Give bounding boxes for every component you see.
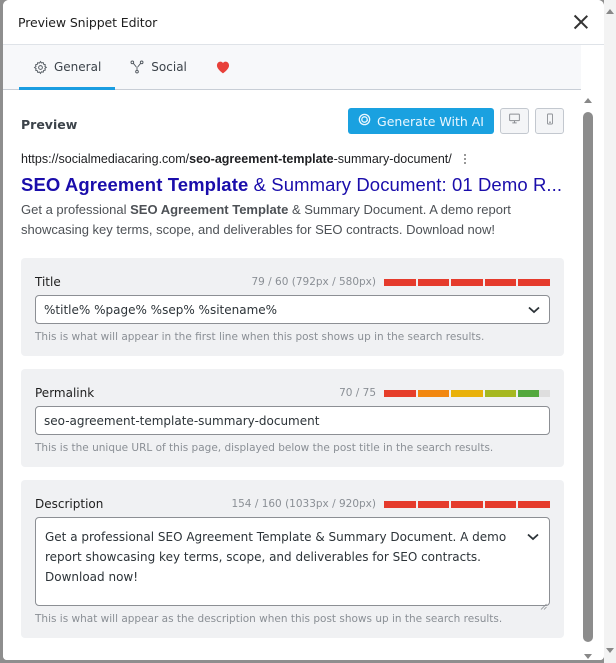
tab-favorite[interactable] xyxy=(201,45,245,89)
length-bar-segment xyxy=(417,500,450,508)
length-bar-segment xyxy=(451,278,483,286)
preview-actions: Generate With AI xyxy=(348,108,564,134)
length-bar-segment xyxy=(484,278,517,286)
length-bar-segment xyxy=(417,278,450,286)
title-field-card: Title 79 / 60 (792px / 580px) %title% %p… xyxy=(21,258,564,356)
permalink-input-value: seo-agreement-template-summary-document xyxy=(44,413,320,428)
title-field-header: Title 79 / 60 (792px / 580px) xyxy=(35,273,550,291)
heart-icon xyxy=(215,60,231,74)
preview-label: Preview xyxy=(21,116,78,132)
description-hint: This is what will appear as the descript… xyxy=(35,613,503,625)
description-field-header: Description 154 / 160 (1033px / 920px) xyxy=(35,495,550,513)
length-bar-segment xyxy=(384,389,416,397)
description-field-card: Description 154 / 160 (1033px / 920px) G… xyxy=(21,480,564,638)
serp-title-rest: & Summary Document: 01 Demo R... xyxy=(248,174,563,195)
description-length-bar xyxy=(384,500,550,508)
title-hint: This is what will appear in the first li… xyxy=(35,331,485,343)
length-bar-segment xyxy=(417,389,450,397)
generate-with-ai-label: Generate With AI xyxy=(377,113,484,129)
permalink-counter: 70 / 75 xyxy=(339,387,376,399)
desktop-preview-button[interactable] xyxy=(500,108,529,134)
serp-url-keyword: seo-agreement-template xyxy=(189,152,334,166)
permalink-input[interactable]: seo-agreement-template-summary-document xyxy=(35,406,550,435)
scroll-up-arrow-icon[interactable] xyxy=(584,98,592,103)
tab-bar: General Social xyxy=(3,45,581,90)
permalink-field-header: Permalink 70 / 75 xyxy=(35,384,550,402)
tab-social[interactable]: Social xyxy=(115,45,201,89)
generate-with-ai-button[interactable]: Generate With AI xyxy=(348,108,494,134)
mobile-icon xyxy=(544,112,556,131)
modal-content: Preview Generate With AI https://socialm… xyxy=(3,91,581,638)
description-label: Description xyxy=(35,497,104,511)
serp-title: SEO Agreement Template & Summary Documen… xyxy=(21,174,564,196)
permalink-hint: This is the unique URL of this page, dis… xyxy=(35,442,494,454)
modal-title: Preview Snippet Editor xyxy=(18,14,158,30)
scroll-down-arrow-icon[interactable] xyxy=(606,648,614,653)
permalink-field-card: Permalink 70 / 75 seo-agreement-template… xyxy=(21,369,564,467)
serp-url: https://socialmediacaring.com/seo-agreem… xyxy=(21,151,564,167)
description-textarea-value: Get a professional SEO Agreement Templat… xyxy=(45,530,507,584)
permalink-length-bar xyxy=(384,389,550,397)
scrollbar-thumb[interactable] xyxy=(583,112,593,642)
title-label: Title xyxy=(35,275,61,289)
serp-url-prefix: https://socialmediacaring.com/ xyxy=(21,152,190,166)
desktop-icon xyxy=(508,112,521,130)
title-counter: 79 / 60 (792px / 580px) xyxy=(251,276,376,288)
serp-desc-keyword: SEO Agreement Template xyxy=(130,202,289,217)
close-button[interactable] xyxy=(572,13,590,31)
serp-desc-prefix: Get a professional xyxy=(21,202,131,217)
gear-icon xyxy=(33,60,48,75)
serp-description: Get a professional SEO Agreement Templat… xyxy=(21,200,564,240)
scroll-up-arrow-icon[interactable] xyxy=(606,9,614,14)
title-meta: 79 / 60 (792px / 580px) xyxy=(251,276,550,288)
title-input[interactable]: %title% %page% %sep% %sitename% xyxy=(35,295,550,324)
serp-url-suffix: -summary-document/ xyxy=(333,152,452,166)
permalink-meta: 70 / 75 xyxy=(339,387,550,399)
length-bar-segment xyxy=(484,500,517,508)
chevron-down-icon[interactable] xyxy=(527,527,539,547)
length-bar-segment xyxy=(518,389,550,397)
length-bar-segment xyxy=(518,500,550,508)
search-result-preview: https://socialmediacaring.com/seo-agreem… xyxy=(21,151,564,240)
tab-general-label: General xyxy=(54,60,102,74)
preview-header: Preview Generate With AI xyxy=(21,104,564,144)
modal-body: General Social Preview Generate With AI … xyxy=(3,45,604,660)
permalink-label: Permalink xyxy=(35,386,95,400)
description-counter: 154 / 160 (1033px / 920px) xyxy=(231,498,376,510)
length-bar-segment xyxy=(384,500,416,508)
preview-snippet-editor-modal: Preview Snippet Editor General Social Pr… xyxy=(3,0,604,660)
chevron-down-icon[interactable] xyxy=(528,303,540,317)
serp-title-keyword: SEO Agreement Template xyxy=(21,174,249,195)
description-meta: 154 / 160 (1033px / 920px) xyxy=(231,498,550,510)
length-bar-segment xyxy=(518,278,550,286)
title-length-bar xyxy=(384,278,550,286)
page-scrollbar[interactable] xyxy=(604,0,616,663)
tab-general[interactable]: General xyxy=(19,45,116,90)
modal-header: Preview Snippet Editor xyxy=(3,0,604,45)
title-input-value: %title% %page% %sep% %sitename% xyxy=(44,302,278,317)
mobile-preview-button[interactable] xyxy=(535,108,564,134)
resize-handle-icon[interactable] xyxy=(540,596,547,610)
length-bar-segment xyxy=(451,389,483,397)
description-textarea[interactable]: Get a professional SEO Agreement Templat… xyxy=(35,517,550,610)
tab-social-label: Social xyxy=(151,60,187,74)
length-bar-segment xyxy=(384,278,416,286)
length-bar-segment xyxy=(484,389,517,397)
length-bar-segment xyxy=(451,500,483,508)
more-vertical-icon[interactable] xyxy=(463,153,467,165)
modal-scrollbar[interactable] xyxy=(582,90,594,660)
share-nodes-icon xyxy=(129,59,145,75)
scroll-down-arrow-icon[interactable] xyxy=(584,654,592,659)
ai-icon xyxy=(358,113,371,129)
